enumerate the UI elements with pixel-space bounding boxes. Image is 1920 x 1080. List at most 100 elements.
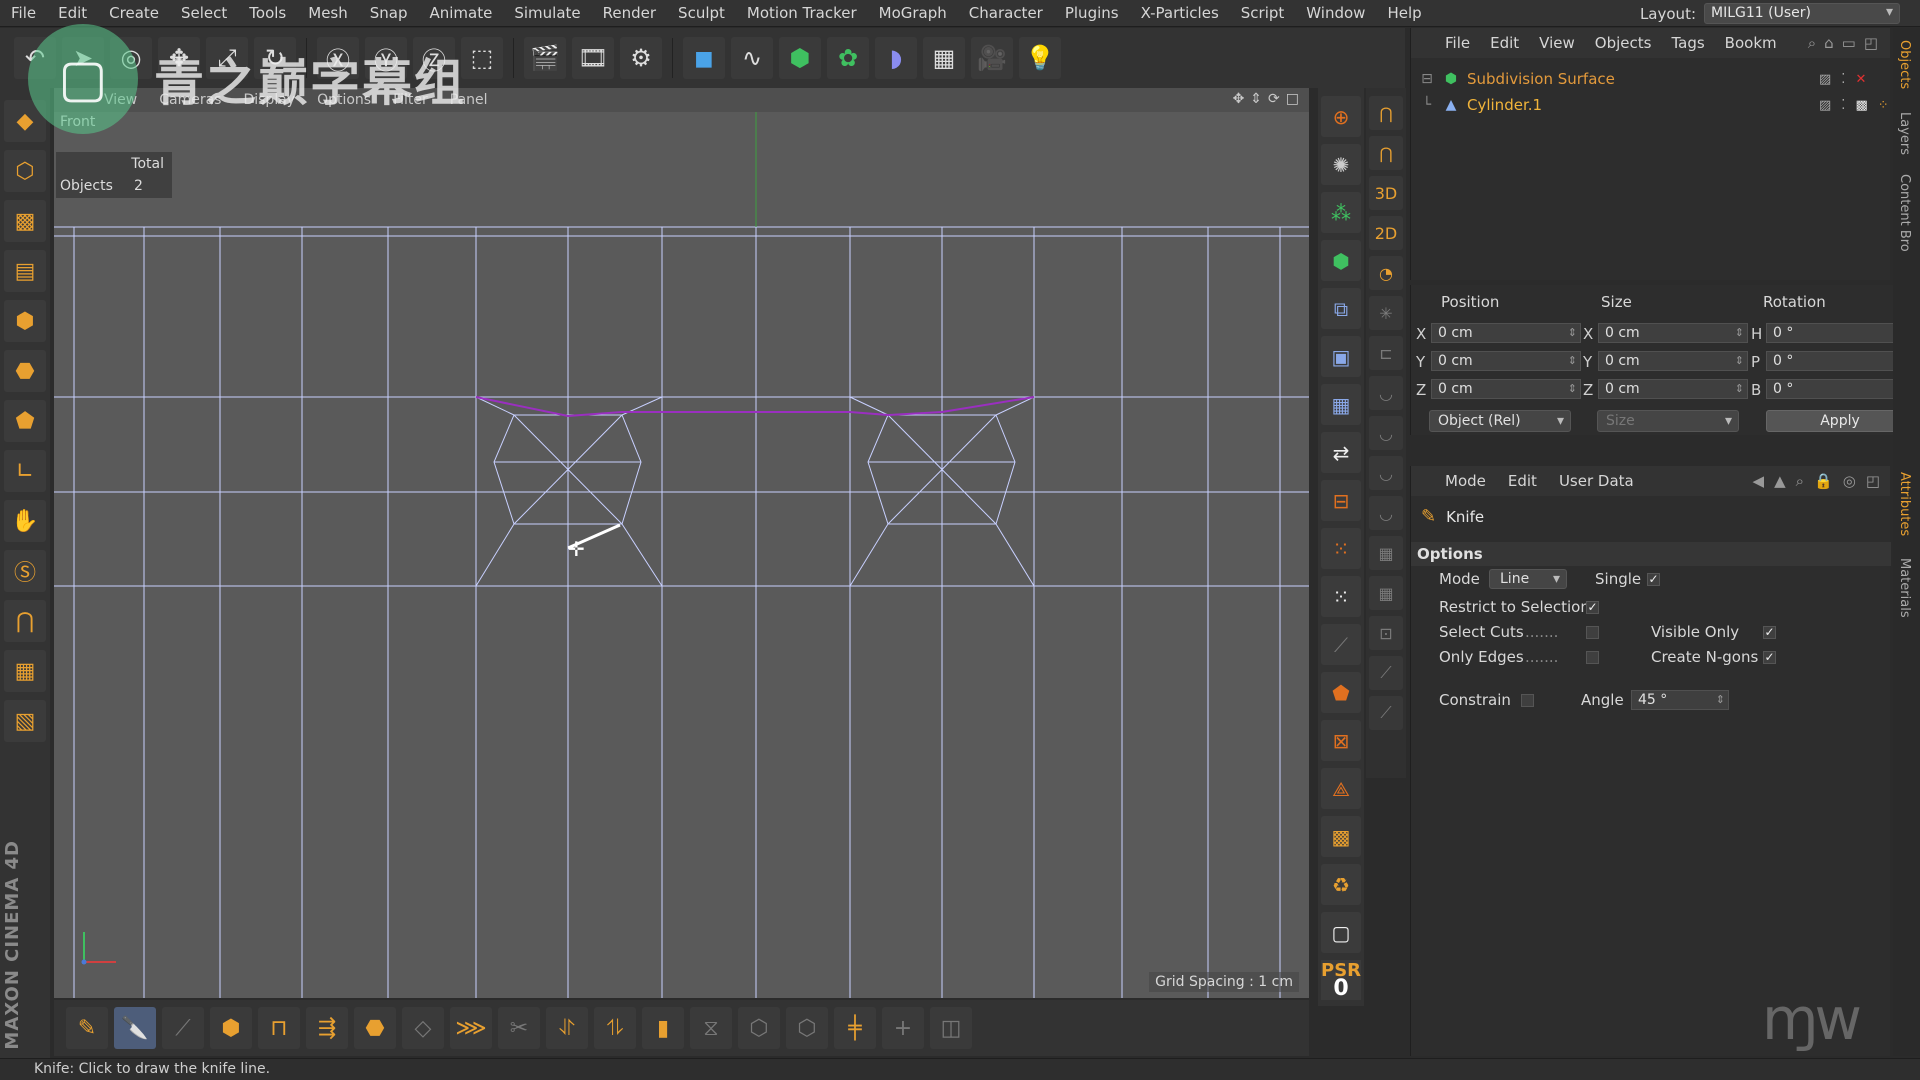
coordinate-system-icon[interactable]: ⬚ xyxy=(461,37,503,79)
object-name[interactable]: Cylinder.1 xyxy=(1467,96,1542,114)
rotation-h-field[interactable]: 0 ° xyxy=(1766,323,1914,343)
viewport-menu-display[interactable]: Display xyxy=(243,92,295,108)
axis-mode-icon[interactable]: ∟ xyxy=(4,450,46,492)
position-z-field[interactable]: 0 cm xyxy=(1431,379,1581,399)
z-axis-lock-icon[interactable]: Ⓩ xyxy=(413,37,455,79)
menu-mesh[interactable]: Mesh xyxy=(297,4,359,22)
extrude-inner-icon[interactable]: ⊓ xyxy=(258,1007,300,1049)
settings-icon[interactable]: ◎ xyxy=(1843,472,1856,490)
weld-icon[interactable]: ⥯ xyxy=(546,1007,588,1049)
undo-icon[interactable]: ↶ xyxy=(14,37,56,79)
add-point-icon[interactable]: + xyxy=(882,1007,924,1049)
knife-tool-icon[interactable]: 🔪 xyxy=(114,1007,156,1049)
live-selection-icon[interactable]: ◎ xyxy=(110,37,152,79)
render-settings-icon[interactable]: ⚙ xyxy=(620,37,662,79)
viewport-menu-panel[interactable]: Panel xyxy=(450,92,488,108)
tab-layers[interactable]: Layers xyxy=(1897,112,1912,155)
select-arrow-icon[interactable]: ➤ xyxy=(62,37,104,79)
edges-mode-icon[interactable]: ⬣ xyxy=(4,350,46,392)
render-visibility-icon[interactable]: ⁚ xyxy=(1841,98,1845,113)
new-window-icon[interactable]: ▭ xyxy=(1842,34,1856,52)
constrain-checkbox[interactable] xyxy=(1521,694,1534,707)
single-checkbox[interactable]: ✓ xyxy=(1647,573,1660,586)
workplane-icon[interactable]: ▤ xyxy=(4,250,46,292)
grid-toggle-icon[interactable]: ▦ xyxy=(1321,384,1361,425)
texture-mode-icon[interactable]: ▩ xyxy=(4,200,46,242)
render-view-icon[interactable]: 🎬 xyxy=(524,37,566,79)
attr-menu-user-data[interactable]: User Data xyxy=(1559,472,1634,490)
triangulate-icon[interactable]: ⟁ xyxy=(1321,768,1361,809)
menu-create[interactable]: Create xyxy=(98,4,170,22)
iron-icon[interactable]: ⥮ xyxy=(594,1007,636,1049)
menu-help[interactable]: Help xyxy=(1376,4,1432,22)
transfer-icon[interactable]: ⇄ xyxy=(1321,432,1361,473)
rotation-b-field[interactable]: 0 ° xyxy=(1766,379,1914,399)
menu-snap[interactable]: Snap xyxy=(359,4,419,22)
lock-icon[interactable]: 🔒 xyxy=(1814,472,1833,490)
angle-field[interactable]: 45 ° xyxy=(1631,690,1729,710)
snap-grid-point-icon[interactable]: ▦ xyxy=(1369,576,1403,610)
select-cuts-checkbox[interactable] xyxy=(1586,626,1599,639)
snap-axis-icon[interactable]: ◡ xyxy=(1369,456,1403,490)
size-z-field[interactable]: 0 cm xyxy=(1598,379,1748,399)
snap-workplane-icon[interactable]: ▦ xyxy=(1369,536,1403,570)
slide-icon[interactable]: ⋙ xyxy=(450,1007,492,1049)
size-y-field[interactable]: 0 cm xyxy=(1598,351,1748,371)
center-axis-icon[interactable]: ⊟ xyxy=(1321,480,1361,521)
render-picture-viewer-icon[interactable]: 🎞 xyxy=(572,37,614,79)
menu-select[interactable]: Select xyxy=(170,4,238,22)
menu-file[interactable]: File xyxy=(0,4,47,22)
polygons-mode-icon[interactable]: ⬟ xyxy=(4,400,46,442)
create-ngons-checkbox[interactable]: ✓ xyxy=(1763,651,1776,664)
attr-menu-mode[interactable]: Mode xyxy=(1445,472,1486,490)
menu-simulate[interactable]: Simulate xyxy=(503,4,591,22)
knife-icon[interactable]: ⟋ xyxy=(1321,624,1361,665)
menu-x-particles[interactable]: X-Particles xyxy=(1130,4,1230,22)
apply-button[interactable]: Apply xyxy=(1766,410,1914,432)
position-y-field[interactable]: 0 cm xyxy=(1431,351,1581,371)
edge-cut-icon[interactable]: ⟋ xyxy=(162,1007,204,1049)
snap-2d-icon[interactable]: 2D xyxy=(1369,216,1403,250)
om-menu-tags[interactable]: Tags xyxy=(1671,34,1704,52)
tab-attributes[interactable]: Attributes xyxy=(1897,472,1912,536)
snap-perpendicular-icon[interactable]: ⟋ xyxy=(1369,696,1403,730)
snap-grid-line-icon[interactable]: ⊡ xyxy=(1369,616,1403,650)
edit-visibility-icon[interactable]: ▨ xyxy=(1819,72,1831,87)
size-mode-select[interactable]: Size xyxy=(1597,410,1739,432)
position-x-field[interactable]: 0 cm xyxy=(1431,323,1581,343)
viewport-menu-options[interactable]: Options xyxy=(317,92,371,108)
point-grid-icon[interactable]: ⁙ xyxy=(1321,528,1361,569)
floor-icon[interactable]: ▦ xyxy=(923,37,965,79)
viewport-menu-cameras[interactable]: Cameras xyxy=(159,92,221,108)
cinemaware-icon[interactable]: ▢ xyxy=(1321,912,1361,953)
om-menu-edit[interactable]: Edit xyxy=(1490,34,1519,52)
viewport[interactable]: View Cameras Display Options Filter Pane… xyxy=(54,88,1309,998)
extrude-icon[interactable]: ⬢ xyxy=(210,1007,252,1049)
attr-menu-edit[interactable]: Edit xyxy=(1508,472,1537,490)
tab-materials[interactable]: Materials xyxy=(1897,558,1912,618)
object-row-subdivision-surface[interactable]: ⊟ ⬢ Subdivision Surface ▨ ⁚ ✕ xyxy=(1419,66,1889,92)
spline-pen-icon[interactable]: ∿ xyxy=(731,37,773,79)
snap-midpoint-icon[interactable]: ◡ xyxy=(1369,496,1403,530)
points-mode-icon[interactable]: ⬢ xyxy=(4,300,46,342)
normal-move-icon[interactable]: ⬡ xyxy=(786,1007,828,1049)
mode-select[interactable]: Line xyxy=(1489,569,1567,589)
light-icon[interactable]: 💡 xyxy=(1019,37,1061,79)
menu-tools[interactable]: Tools xyxy=(238,4,297,22)
solo-icon[interactable]: Ⓢ xyxy=(4,550,46,592)
menu-script[interactable]: Script xyxy=(1230,4,1296,22)
collapse-toggle-icon[interactable]: ⊟ xyxy=(1419,71,1435,87)
search-icon[interactable]: ⌕ xyxy=(1796,472,1804,490)
disabled-x-icon[interactable]: ✕ xyxy=(1855,72,1866,87)
orbit-icon[interactable]: ⟳ xyxy=(1268,91,1280,107)
object-row-cylinder[interactable]: └ ▲ Cylinder.1 ▨ ⁚ ▩ ⁘ xyxy=(1419,92,1889,118)
coordinate-mode-select[interactable]: Object (Rel) xyxy=(1429,410,1571,432)
visible-only-checkbox[interactable]: ✓ xyxy=(1763,626,1776,639)
new-window-icon[interactable]: ◰ xyxy=(1866,472,1880,490)
snap-spline-icon[interactable]: ◡ xyxy=(1369,416,1403,450)
bridge-icon[interactable]: ⬣ xyxy=(354,1007,396,1049)
zoom-icon[interactable]: ⇕ xyxy=(1250,91,1262,107)
point-cloud-icon[interactable]: ⁙ xyxy=(1321,576,1361,617)
size-x-field[interactable]: 0 cm xyxy=(1598,323,1748,343)
render-visibility-icon[interactable]: ⁚ xyxy=(1841,72,1845,87)
